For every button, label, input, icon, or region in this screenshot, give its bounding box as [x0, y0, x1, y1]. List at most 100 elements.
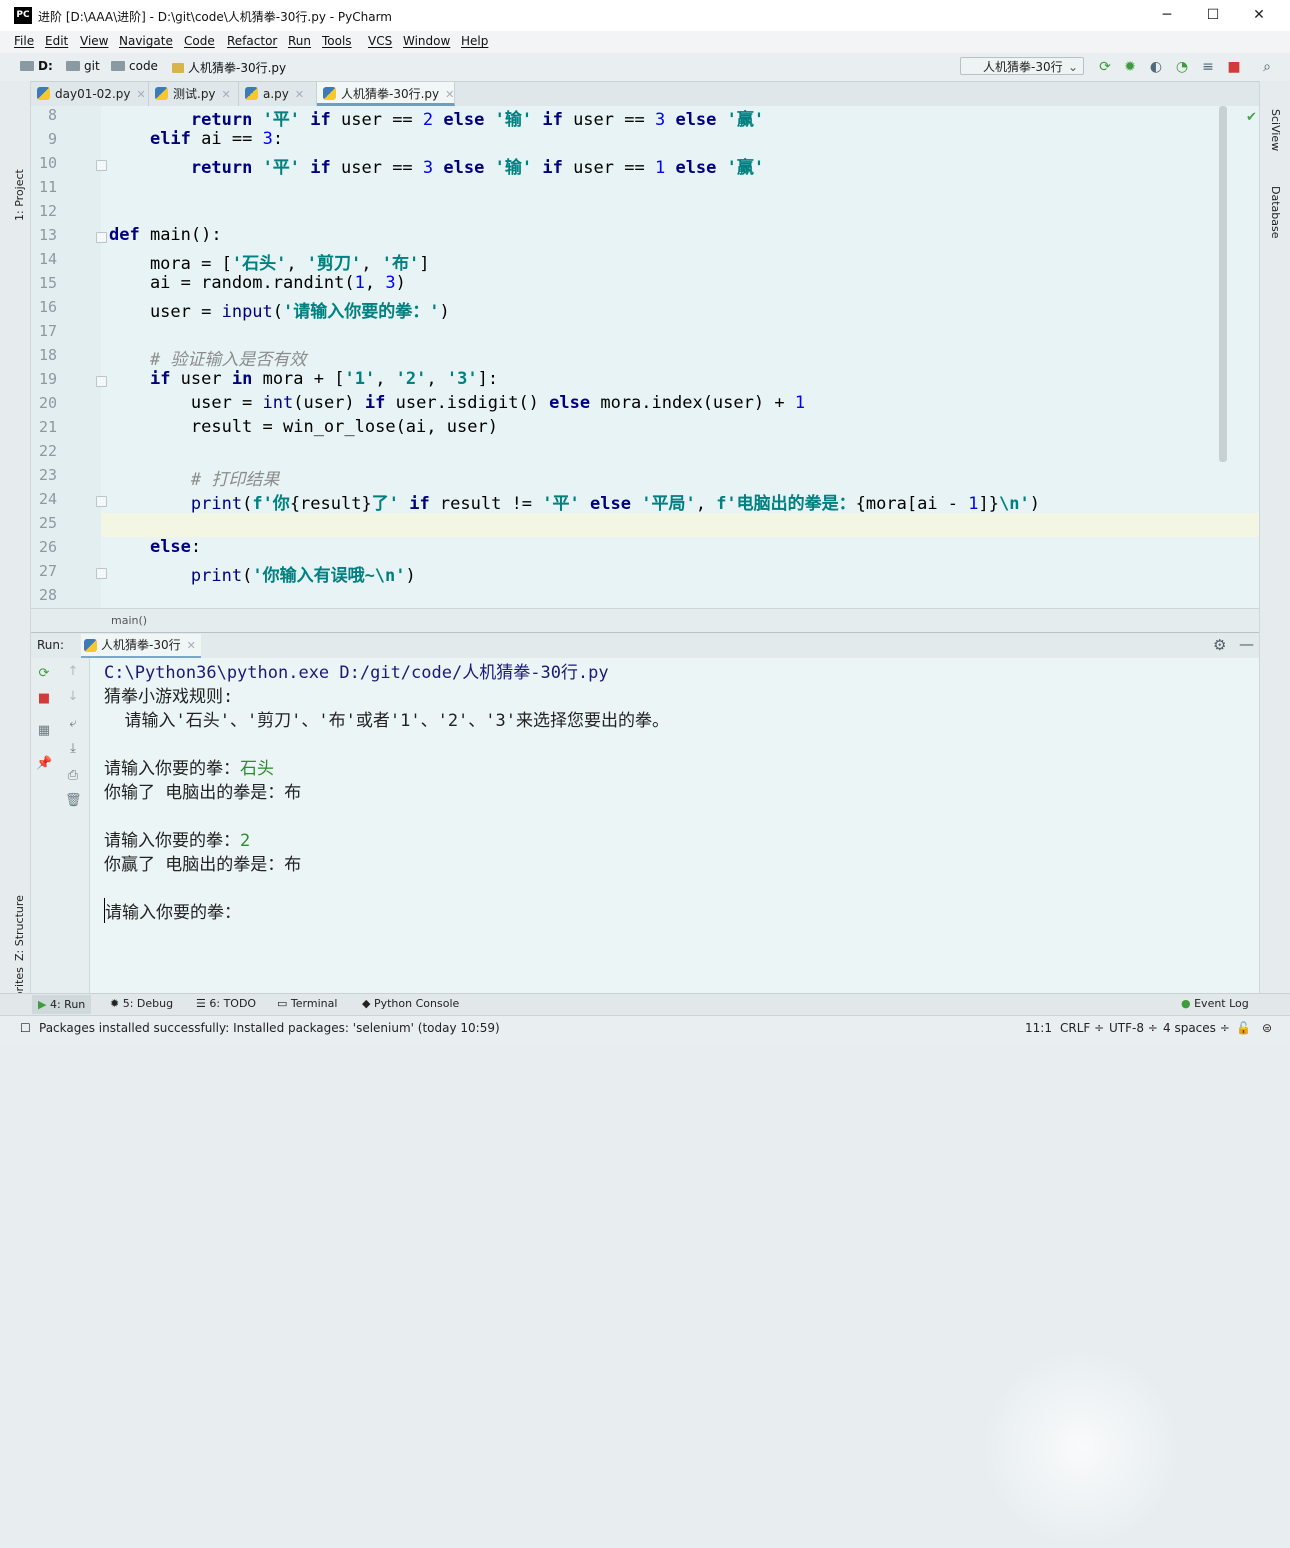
console-prompt-3[interactable]: 请输入你要的拳：: [104, 898, 241, 923]
menu-run[interactable]: Run: [288, 34, 311, 48]
code-line[interactable]: # 打印结果: [109, 465, 279, 490]
up-arrow-icon[interactable]: ↑: [65, 664, 81, 680]
python-console-tool-button[interactable]: ◆ Python Console: [362, 997, 459, 1010]
hide-panel-icon[interactable]: —: [1239, 635, 1254, 653]
project-tool-tab[interactable]: 1: Project: [13, 169, 26, 221]
fold-marker-icon[interactable]: [96, 160, 107, 171]
code-line[interactable]: print(f'你{result}了' if result != '平' els…: [109, 489, 1040, 514]
close-tab-icon[interactable]: ✕: [136, 88, 145, 101]
status-message[interactable]: Packages installed successfully: Install…: [39, 1021, 500, 1035]
indent-setting[interactable]: 4 spaces ÷: [1163, 1021, 1230, 1035]
scroll-to-end-icon[interactable]: ⤓: [65, 741, 81, 757]
breadcrumb-drive[interactable]: D:: [20, 59, 53, 73]
code-line[interactable]: print('你输入有误哦~\n'): [109, 561, 416, 586]
menu-navigate[interactable]: Navigate: [119, 34, 173, 48]
database-tool-tab[interactable]: Database: [1269, 186, 1282, 239]
build-icon[interactable]: ≡: [1200, 59, 1216, 75]
maximize-button[interactable]: ☐: [1190, 0, 1236, 31]
code-line[interactable]: def main():: [109, 225, 222, 245]
line-number: 24: [38, 490, 57, 508]
close-tab-icon[interactable]: ✕: [295, 88, 304, 101]
code-line[interactable]: if user in mora + ['1', '2', '3']:: [109, 369, 498, 389]
code-line[interactable]: else:: [109, 537, 201, 557]
coverage-icon[interactable]: ◐: [1148, 59, 1164, 75]
lock-icon[interactable]: 🔓: [1236, 1021, 1251, 1035]
code-line[interactable]: ai = random.randint(1, 3): [109, 273, 406, 293]
profile-icon[interactable]: ◔: [1174, 59, 1190, 75]
fold-marker-icon[interactable]: [96, 496, 107, 507]
close-button[interactable]: ✕: [1236, 0, 1282, 31]
breadcrumb-code[interactable]: code: [111, 59, 158, 73]
tab-renji-caiquan[interactable]: 人机猜拳-30行.py ✕: [317, 82, 455, 106]
line-number: 20: [38, 394, 57, 412]
console-result-2: 你赢了 电脑出的拳是：布: [104, 855, 302, 875]
status-toggle-icon[interactable]: ☐: [20, 1021, 31, 1035]
run-tab[interactable]: 人机猜拳-30行 ✕: [81, 634, 201, 658]
memory-indicator-icon[interactable]: ⊜: [1262, 1021, 1272, 1035]
run-configuration-select[interactable]: 人机猜拳-30行 ⌄: [960, 57, 1084, 75]
down-arrow-icon[interactable]: ↓: [65, 689, 81, 705]
line-separator[interactable]: CRLF ÷: [1060, 1021, 1104, 1035]
debug-icon[interactable]: ✹: [1122, 59, 1138, 75]
editor-scrollbar[interactable]: [1219, 106, 1227, 462]
fold-marker-icon[interactable]: [96, 376, 107, 387]
python-file-icon: [245, 87, 258, 100]
fold-marker-icon[interactable]: [96, 568, 107, 579]
event-log-button[interactable]: ● Event Log: [1181, 997, 1249, 1010]
console-user-input-1: 石头: [240, 759, 274, 779]
debug-tool-button[interactable]: ✹ 5: Debug: [110, 997, 173, 1010]
tab-ceshi[interactable]: 测试.py ✕: [149, 82, 239, 106]
fold-marker-icon[interactable]: [96, 232, 107, 243]
tab-a[interactable]: a.py ✕: [239, 82, 317, 106]
print-icon[interactable]: ⎙: [65, 768, 81, 784]
run-tool-button[interactable]: ▶ 4: Run: [32, 995, 92, 1014]
menu-edit[interactable]: Edit: [45, 34, 68, 48]
search-icon[interactable]: ⌕: [1259, 59, 1275, 75]
rerun-icon[interactable]: ⟳: [36, 666, 52, 682]
pin-icon[interactable]: 📌: [36, 756, 52, 772]
console-prompt-1: 请输入你要的拳：石头: [104, 759, 274, 779]
breadcrumb-function[interactable]: main(): [111, 614, 147, 627]
soft-wrap-icon[interactable]: ⤶: [65, 716, 81, 732]
tab-day01-02[interactable]: day01-02.py ✕: [31, 82, 149, 106]
layout-icon[interactable]: ▦: [36, 723, 52, 739]
menu-file[interactable]: File: [14, 34, 34, 48]
code-editor[interactable]: 8 9 10 11 12 13 14 15 16 17 18 19 20 21 …: [31, 106, 1259, 608]
menu-help[interactable]: Help: [461, 34, 488, 48]
rerun-icon[interactable]: ⟳: [1097, 59, 1113, 75]
line-number: 10: [38, 154, 57, 172]
menu-tools[interactable]: Tools: [322, 34, 352, 48]
breadcrumb-git[interactable]: git: [66, 59, 100, 73]
sciview-tool-tab[interactable]: SciView: [1269, 109, 1282, 151]
caret-position[interactable]: 11:1: [1025, 1021, 1052, 1035]
menu-code[interactable]: Code: [184, 34, 215, 48]
file-encoding[interactable]: UTF-8 ÷: [1109, 1021, 1158, 1035]
stop-icon[interactable]: ■: [36, 691, 52, 707]
todo-tool-button[interactable]: ☰ 6: TODO: [196, 997, 256, 1010]
status-bar: ☐ Packages installed successfully: Insta…: [0, 1015, 1290, 1045]
code-line[interactable]: mora = ['石头', '剪刀', '布']: [109, 249, 430, 274]
menu-view[interactable]: View: [80, 34, 108, 48]
menu-refactor[interactable]: Refactor: [227, 34, 277, 48]
close-tab-icon[interactable]: ✕: [222, 88, 231, 101]
code-line[interactable]: user = int(user) if user.isdigit() else …: [109, 393, 805, 413]
settings-gear-icon[interactable]: ⚙: [1213, 636, 1226, 654]
stop-icon[interactable]: ■: [1226, 59, 1242, 75]
trash-icon[interactable]: 🗑: [65, 793, 82, 809]
code-line[interactable]: return '平' if user == 3 else '输' if user…: [109, 153, 764, 178]
line-number: 14: [38, 250, 57, 268]
code-line[interactable]: elif ai == 3:: [109, 129, 283, 149]
close-tab-icon[interactable]: ✕: [187, 639, 196, 652]
code-line[interactable]: user = input('请输入你要的拳：'): [109, 297, 450, 322]
code-line[interactable]: # 验证输入是否有效: [109, 345, 306, 370]
close-tab-icon[interactable]: ✕: [445, 88, 454, 101]
inspection-ok-icon[interactable]: ✔: [1246, 110, 1257, 125]
breadcrumb-file[interactable]: 人机猜拳-30行.py: [172, 59, 286, 76]
menu-vcs[interactable]: VCS: [368, 34, 392, 48]
structure-tool-tab[interactable]: Z: Structure: [13, 895, 26, 961]
code-line[interactable]: return '平' if user == 2 else '输' if user…: [109, 106, 764, 130]
code-line[interactable]: result = win_or_lose(ai, user): [109, 417, 498, 437]
terminal-tool-button[interactable]: ▭ Terminal: [277, 997, 337, 1010]
menu-window[interactable]: Window: [403, 34, 450, 48]
minimize-button[interactable]: ─: [1144, 0, 1190, 31]
